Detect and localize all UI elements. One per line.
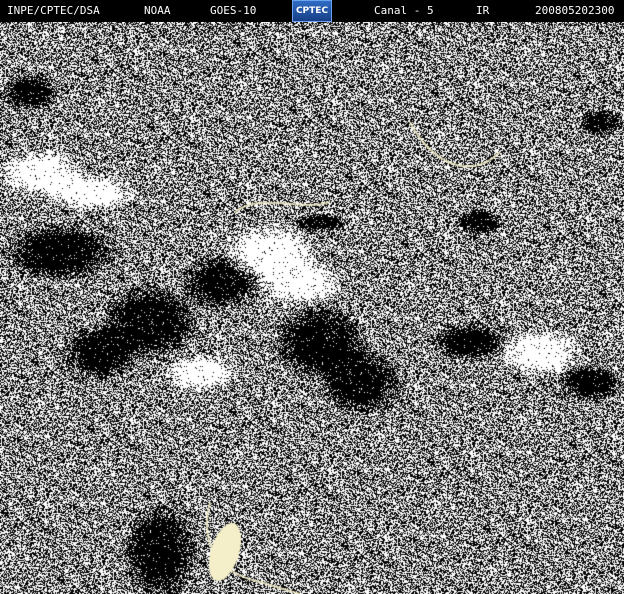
- band-label: IR: [476, 4, 490, 17]
- institution-label: INPE/CPTEC/DSA: [7, 4, 100, 17]
- satellite-infrared-image: [0, 22, 624, 594]
- timestamp-label: 200805202300: [535, 4, 615, 17]
- channel-label: Canal - 5: [374, 4, 434, 17]
- satellite-label: GOES-10: [210, 4, 257, 17]
- cptec-logo: CPTEC: [292, 0, 332, 22]
- agency-label: NOAA: [144, 4, 171, 17]
- image-header: INPE/CPTEC/DSA NOAA GOES-10 CPTEC Canal …: [0, 0, 624, 22]
